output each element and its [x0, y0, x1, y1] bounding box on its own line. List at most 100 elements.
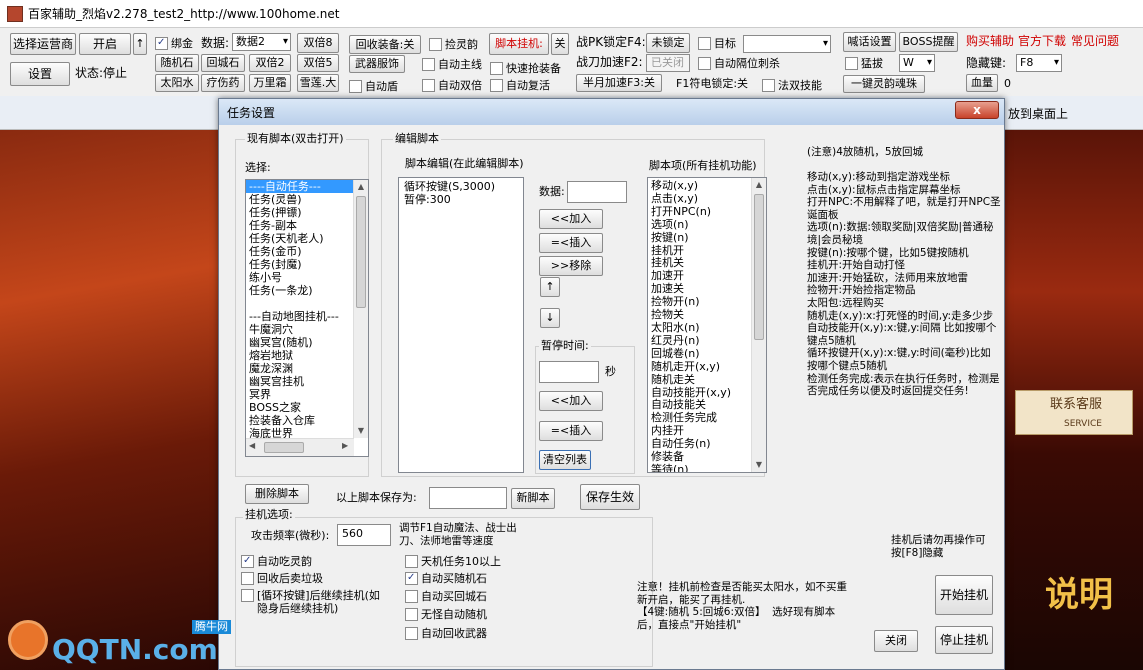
items-scrollbar[interactable]: ▲ ▼	[751, 178, 766, 472]
script-list-item[interactable]: 冥界	[246, 388, 368, 401]
auto-recycle-weapon-checkbox[interactable]: 自动回收武器	[405, 627, 487, 640]
stop-hang-button[interactable]: 停止挂机	[935, 626, 993, 654]
script-item[interactable]: 打开NPC(n)	[648, 205, 766, 219]
hscroll-thumb[interactable]	[264, 442, 304, 453]
scroll-up-icon[interactable]: ▲	[354, 180, 368, 194]
save-as-input[interactable]	[429, 487, 507, 509]
weapon-clothes-button[interactable]: 武器服饰	[349, 55, 405, 73]
script-list-item[interactable]: 魔龙深渊	[246, 362, 368, 375]
script-list-item[interactable]	[246, 297, 368, 310]
buy-helper-link[interactable]: 购买辅助	[966, 34, 1014, 48]
double2-button[interactable]: 双倍2	[249, 54, 291, 72]
script-item[interactable]: 太阳水(n)	[648, 321, 766, 335]
bind-gold-checkbox[interactable]: 绑金	[155, 36, 193, 50]
save-apply-button[interactable]: 保存生效	[580, 484, 640, 510]
hp-button[interactable]: 血量	[966, 74, 998, 92]
one-click-soul-button[interactable]: 一键灵韵魂珠	[843, 75, 925, 93]
fierce-pull-checkbox[interactable]: 猛拔	[845, 57, 883, 70]
script-item[interactable]: 选项(n)	[648, 218, 766, 232]
recycle-sell-checkbox[interactable]: 回收后卖垃圾	[241, 572, 323, 585]
heal-medicine-button[interactable]: 疗伤药	[201, 74, 245, 92]
script-list-item[interactable]: 任务(封魔)	[246, 258, 368, 271]
scroll-left-icon[interactable]: ◀	[249, 441, 255, 450]
scripts-hscrollbar[interactable]: ◀ ▶	[246, 438, 354, 456]
magic-double-checkbox[interactable]: 法双技能	[762, 79, 822, 92]
script-item[interactable]: 移动(x,y)	[648, 179, 766, 193]
script-list-item[interactable]: BOSS之家	[246, 401, 368, 414]
items-scroll-up-icon[interactable]: ▲	[752, 178, 766, 192]
editor-line[interactable]: 暂停:300	[401, 193, 521, 206]
pause-time-input[interactable]	[539, 361, 599, 383]
scripts-listbox[interactable]: ----自动任务--- 任务(灵兽) 任务(押镖) 任务-副本 任务(天机老人) 任务(金…	[245, 179, 369, 457]
scroll-down-icon[interactable]: ▼	[354, 424, 368, 438]
auto-buy-return-checkbox[interactable]: 自动买回城石	[405, 590, 487, 603]
recycle-equip-button[interactable]: 回收装备:关	[349, 35, 421, 54]
insert-button[interactable]: =<插入	[539, 233, 603, 253]
double5-button[interactable]: 双倍5	[297, 54, 339, 72]
script-item[interactable]: 红灵丹(n)	[648, 334, 766, 348]
loop-key-checkbox[interactable]: [循环按键]后继续挂机(如隐身后继续挂机)	[241, 589, 385, 615]
hide-key-select[interactable]: F8	[1016, 54, 1062, 72]
tianji-checkbox[interactable]: 天机任务10以上	[405, 555, 501, 568]
script-list-item[interactable]: ---自动地图挂机---	[246, 310, 368, 323]
up-arrow-button[interactable]: ↑	[133, 33, 147, 55]
script-list-item[interactable]: 幽冥宫挂机	[246, 375, 368, 388]
script-editor[interactable]: 循环按键(S,3000) 暂停:300	[398, 177, 524, 473]
auto-eat-checkbox[interactable]: 自动吃灵韵	[241, 554, 312, 568]
no-auto-random-checkbox[interactable]: 无怪自动随机	[405, 608, 487, 621]
shout-settings-button[interactable]: 喊话设置	[843, 32, 896, 52]
return-stone-button[interactable]: 回城石	[201, 54, 245, 72]
new-script-button[interactable]: 新脚本	[511, 488, 555, 509]
script-list-item[interactable]: 任务(天机老人)	[246, 232, 368, 245]
clear-list-button[interactable]: 清空列表	[539, 450, 591, 470]
auto-buy-random-checkbox[interactable]: 自动买随机石	[405, 571, 487, 585]
script-list-item[interactable]: 任务(金币)	[246, 245, 368, 258]
add-button[interactable]: <<加入	[539, 209, 603, 229]
scripts-scrollbar[interactable]: ▲ ▼	[353, 180, 368, 438]
script-item[interactable]: 随机走关	[648, 373, 766, 387]
half-moon-button[interactable]: 半月加速F3:关	[576, 74, 662, 92]
start-hang-button[interactable]: 开始挂机	[935, 575, 993, 615]
scroll-thumb[interactable]	[356, 196, 366, 308]
random-stone-button[interactable]: 随机石	[155, 54, 199, 72]
script-item[interactable]: 修装备	[648, 450, 766, 464]
script-list-item[interactable]: 牛魔洞穴	[246, 323, 368, 336]
script-list-item[interactable]: ----自动任务---	[246, 180, 368, 193]
script-item[interactable]: 回城卷(n)	[648, 347, 766, 361]
close-hang-button[interactable]: 关	[551, 33, 569, 55]
auto-revive-checkbox[interactable]: 自动复活	[490, 79, 550, 92]
boss-alert-button[interactable]: BOSS提醒	[899, 32, 958, 52]
data-select[interactable]: 数据2	[232, 33, 291, 51]
script-list-item[interactable]: 熔岩地狱	[246, 349, 368, 362]
script-item[interactable]: 等待(n)	[648, 463, 766, 472]
closed-field[interactable]: 已关闭	[646, 54, 690, 72]
close-dialog-button[interactable]: 关闭	[874, 630, 918, 652]
script-list-item[interactable]: 任务(灵兽)	[246, 193, 368, 206]
dialog-close-button[interactable]: x	[955, 101, 999, 119]
w-key-select[interactable]: W	[899, 54, 935, 72]
settings-button[interactable]: 设置	[10, 62, 70, 86]
wanli-frost-button[interactable]: 万里霜	[249, 74, 291, 92]
editor-line[interactable]: 循环按键(S,3000)	[401, 180, 521, 193]
remove-button[interactable]: >>移除	[539, 256, 603, 276]
target-select[interactable]	[743, 35, 831, 53]
script-list-item[interactable]: 任务-副本	[246, 219, 368, 232]
auto-double-checkbox[interactable]: 自动双倍	[422, 79, 482, 92]
script-hang-button[interactable]: 脚本挂机:	[489, 33, 549, 55]
script-list-item[interactable]: 任务(一条龙)	[246, 284, 368, 297]
double8-button[interactable]: 双倍8	[297, 33, 339, 53]
attack-freq-input[interactable]: 560	[337, 524, 391, 546]
script-items-listbox[interactable]: 移动(x,y) 点击(x,y) 打开NPC(n) 选项(n) 按键(n) 挂机开 挂机关 加速…	[647, 177, 767, 473]
move-down-button[interactable]: ↓	[540, 308, 560, 328]
unlocked-button[interactable]: 未锁定	[646, 33, 690, 53]
quick-grab-checkbox[interactable]: 快速抢装备	[490, 62, 561, 75]
script-list-item[interactable]: 任务(押镖)	[246, 206, 368, 219]
select-operator-button[interactable]: 选择运营商	[10, 33, 76, 55]
target-checkbox[interactable]: 目标	[698, 37, 736, 50]
sun-water-button[interactable]: 太阳水	[155, 74, 199, 92]
pick-lingyun-checkbox[interactable]: 捡灵韵	[429, 38, 478, 51]
script-list-item[interactable]: 捡装备入仓库	[246, 414, 368, 427]
insert-pause-button[interactable]: =<插入	[539, 421, 603, 441]
auto-mainline-checkbox[interactable]: 自动主线	[422, 58, 482, 71]
scroll-right-icon[interactable]: ▶	[342, 441, 348, 450]
